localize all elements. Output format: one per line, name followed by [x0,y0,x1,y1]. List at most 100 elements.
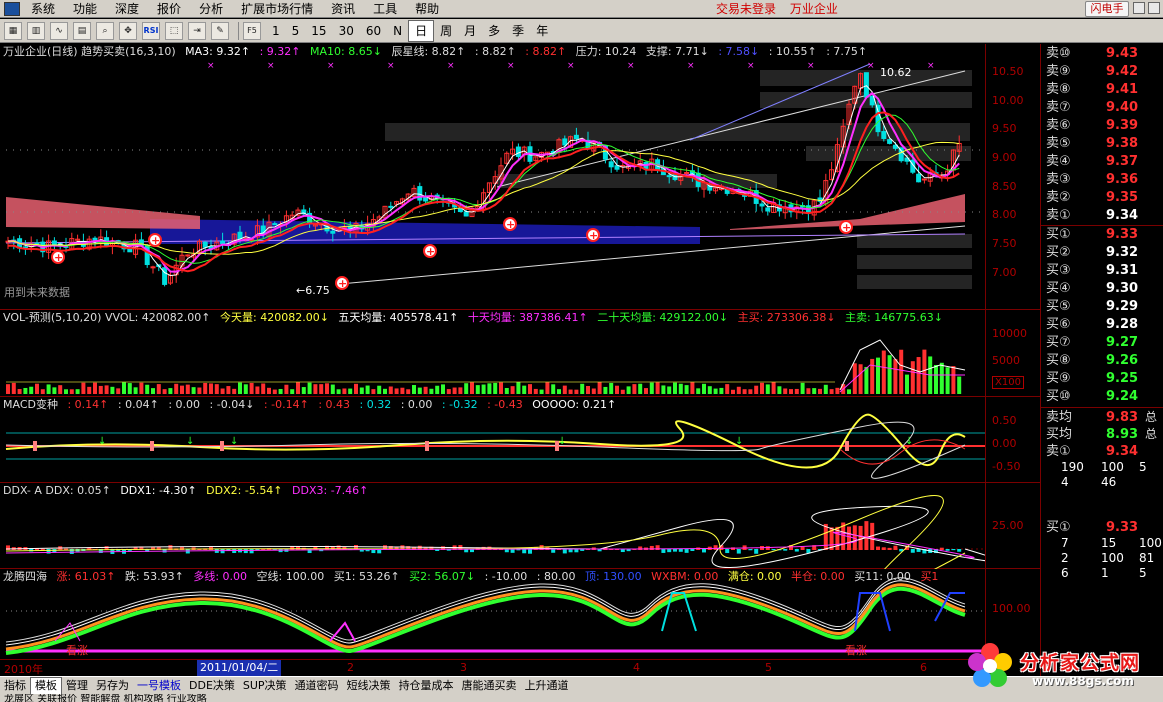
tab-rising-channel[interactable]: 上升通道 [521,678,573,694]
volume-bar [945,367,950,394]
tab-template[interactable]: 模板 [30,676,62,695]
ddx-bar [823,523,828,550]
bid-row[interactable]: 买① 9.33 [1041,226,1163,243]
ask-price: 9.41 [1106,82,1139,97]
bid-row[interactable]: 买④ 9.30 [1041,280,1163,297]
tab-sup[interactable]: SUP决策 [239,678,291,694]
tab-channel-code[interactable]: 通道密码 [291,678,343,694]
tab-indicator[interactable]: 指标 [0,678,30,694]
move-icon[interactable]: ✥ [119,21,137,40]
period-week[interactable]: 周 [434,21,458,41]
line-chart-icon[interactable]: ∿ [50,21,68,40]
ask-row[interactable]: 卖④ 9.37 [1041,153,1163,170]
draw-pen-icon[interactable]: ✎ [211,21,229,40]
volume-bar [707,386,712,394]
axis-label: 9.00 [992,151,1017,164]
bid-row[interactable]: 买⑤ 9.29 [1041,298,1163,315]
bid-row[interactable]: 买⑦ 9.27 [1041,334,1163,351]
volume-bar [209,383,213,394]
select-icon[interactable]: ⬚ [165,21,183,40]
ddx-pane[interactable]: DDX- A DDX: 0.05↑ DDX1: -4.30↑ DDX2: -5.… [0,483,1040,569]
volume-bar [916,357,921,394]
ask-row[interactable]: 卖⑩ 9.43 [1041,45,1163,62]
menu-function[interactable]: 功能 [64,0,106,18]
volume-bar [765,384,770,394]
candle-body [463,211,469,217]
period-month[interactable]: 月 [458,21,482,41]
bid-row[interactable]: 买② 9.32 [1041,244,1163,261]
tab-short-term[interactable]: 短线决策 [343,678,395,694]
period-5min[interactable]: 5 [286,21,306,41]
ddx-bar [794,549,799,552]
menu-tools[interactable]: 工具 [364,0,406,18]
tab-save-as[interactable]: 另存为 [92,678,133,694]
menu-quote[interactable]: 报价 [148,0,190,18]
period-multi[interactable]: 多 [482,21,506,41]
kline-pane[interactable]: × × × × × × × × × × × × × + + + + + + + 万业企业(日线) 趋势买卖(16,3,… [0,44,1040,310]
vol-ma20: 二十天均量: 429122.00↓ [597,311,729,324]
kline-canvas[interactable]: × × × × × × × × × × × × × + + + + + + + [0,44,985,310]
flash-trade-button[interactable]: 闪电手 [1085,1,1129,17]
bid-price: 9.33 [1106,227,1139,242]
ask-row[interactable]: 卖⑥ 9.39 [1041,117,1163,134]
period-60min[interactable]: 60 [360,21,387,41]
volume-bar [412,385,416,394]
volume-bar [93,382,97,394]
tab-dde[interactable]: DDE决策 [185,678,239,694]
longteng-pane[interactable]: 龙腾四海 涨: 61.03↑ 跌: 53.93↑ 多线: 0.00 空线: 10… [0,569,1040,659]
period-15min[interactable]: 15 [305,21,332,41]
ask-row[interactable]: 卖⑤ 9.38 [1041,135,1163,152]
menu-analysis[interactable]: 分析 [190,0,232,18]
close-icon[interactable] [1148,2,1160,14]
tab-manage[interactable]: 管理 [62,678,92,694]
ddx1-value: DDX1: -4.30↑ [120,484,197,497]
macd-pane[interactable]: ↓ ↓ ↓ ↓ ↓ ↓ MACD变种 : 0.14↑ : 0.04↑ : 0.00 : -… [0,397,1040,483]
period-n[interactable]: N [387,21,408,41]
table-icon[interactable]: ▤ [73,21,91,40]
period-day[interactable]: 日 [408,19,435,42]
menu-news[interactable]: 资讯 [322,0,364,18]
ask-row[interactable]: 卖② 9.35 [1041,189,1163,206]
tab-template-one[interactable]: 一号模板 [133,678,185,694]
ask-row[interactable]: 卖⑦ 9.40 [1041,99,1163,116]
period-quarter[interactable]: 季 [506,21,530,41]
menu-extended-market[interactable]: 扩展市场行情 [232,0,322,18]
tab-position-cost[interactable]: 持仓量成本 [395,678,458,694]
volume-pane[interactable]: VOL-预测(5,10,20) VVOL: 420082.00↑ 今天量: 42… [0,310,1040,397]
macd-v10: : -0.43 [487,398,523,411]
bid-row[interactable]: 买⑥ 9.28 [1041,316,1163,333]
login-status[interactable]: 交易未登录 [716,2,776,16]
bid-row[interactable]: 买⑨ 9.25 [1041,370,1163,387]
order-count: 100 [1139,536,1162,550]
bid-row[interactable]: 买⑧ 9.26 [1041,352,1163,369]
jump-icon[interactable]: ⇥ [188,21,206,40]
f5-button[interactable]: F5 [243,21,261,40]
chart-area[interactable]: × × × × × × × × × × × × × + + + + + + + 万业企业(日线) 趋势买卖(16,3,… [0,44,1040,676]
menu-system[interactable]: 系统 [22,0,64,18]
app-icon[interactable] [4,1,20,16]
minimize-icon[interactable] [1133,2,1145,14]
ask-row[interactable]: 卖⑨ 9.42 [1041,63,1163,80]
lt-half: 半仓: 0.00 [791,570,845,583]
volume-bar [127,383,132,394]
bid-price: 9.28 [1106,317,1139,332]
rsi-button[interactable]: RSI [142,21,160,40]
kline-icon[interactable]: ▥ [27,21,45,40]
menu-help[interactable]: 帮助 [406,0,448,18]
ask-row[interactable]: 卖⑧ 9.41 [1041,81,1163,98]
period-year[interactable]: 年 [530,21,554,41]
ddx-bar [893,545,898,550]
bid-label: 买⑦ [1046,335,1071,350]
period-1min[interactable]: 1 [266,21,286,41]
tab-tangnengtong[interactable]: 唐能通买卖 [458,678,521,694]
menu-depth[interactable]: 深度 [106,0,148,18]
ask-row[interactable]: 卖① 9.34 [1041,207,1163,224]
bid-row[interactable]: 买③ 9.31 [1041,262,1163,279]
period-30min[interactable]: 30 [333,21,360,41]
ask-row[interactable]: 卖③ 9.36 [1041,171,1163,188]
volume-bar [394,388,399,394]
grid-icon[interactable]: ▦ [4,21,22,40]
resistance-zone [857,255,972,269]
zoom-icon[interactable]: ⌕ [96,21,114,40]
bid-row[interactable]: 买⑩ 9.24 [1041,388,1163,405]
